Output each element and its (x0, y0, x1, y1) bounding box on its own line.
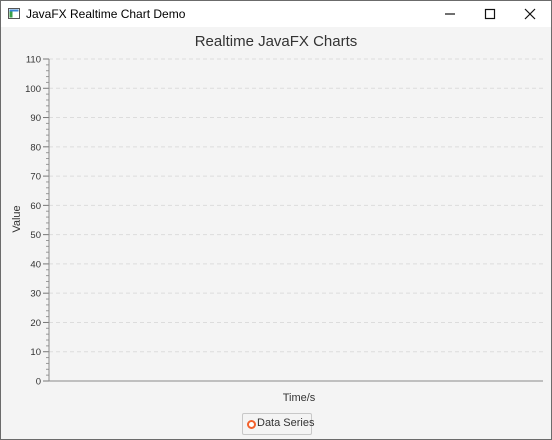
legend-series-label: Data Series (257, 417, 315, 429)
close-button[interactable] (510, 1, 550, 27)
y-tick-label: 60 (30, 201, 41, 212)
app-window: JavaFX Realtime Chart Demo Realtime Java… (0, 0, 552, 440)
maximize-icon (484, 8, 496, 20)
y-axis-label: Value (11, 205, 23, 233)
y-tick-label: 90 (30, 113, 41, 124)
minimize-button[interactable] (430, 1, 470, 27)
plot-area: 0 10 20 30 40 50 60 70 80 90 100 110 (25, 55, 543, 388)
y-tick-label: 70 (30, 172, 41, 183)
y-tick-label: 50 (30, 230, 41, 241)
app-icon (8, 8, 20, 19)
close-icon (524, 8, 536, 20)
title-bar[interactable]: JavaFX Realtime Chart Demo (1, 1, 551, 27)
legend[interactable]: Data Series (242, 413, 315, 435)
y-tick-label: 10 (30, 347, 41, 358)
y-tick-label: 40 (30, 259, 41, 270)
minimize-icon (445, 13, 455, 15)
y-tick-label: 100 (25, 84, 41, 95)
x-axis-label: Time/s (282, 392, 316, 404)
legend-series-symbol (247, 420, 256, 429)
y-tick-label: 0 (36, 377, 41, 388)
chart-area: Realtime JavaFX Charts 0 10 20 30 40 50 60 70 80… (1, 27, 551, 439)
y-tick-label: 30 (30, 289, 41, 300)
window-title: JavaFX Realtime Chart Demo (26, 7, 186, 21)
maximize-button[interactable] (470, 1, 510, 27)
y-tick-label: 110 (26, 55, 41, 66)
y-tick-label: 80 (30, 142, 41, 153)
y-tick-label: 20 (30, 318, 41, 329)
